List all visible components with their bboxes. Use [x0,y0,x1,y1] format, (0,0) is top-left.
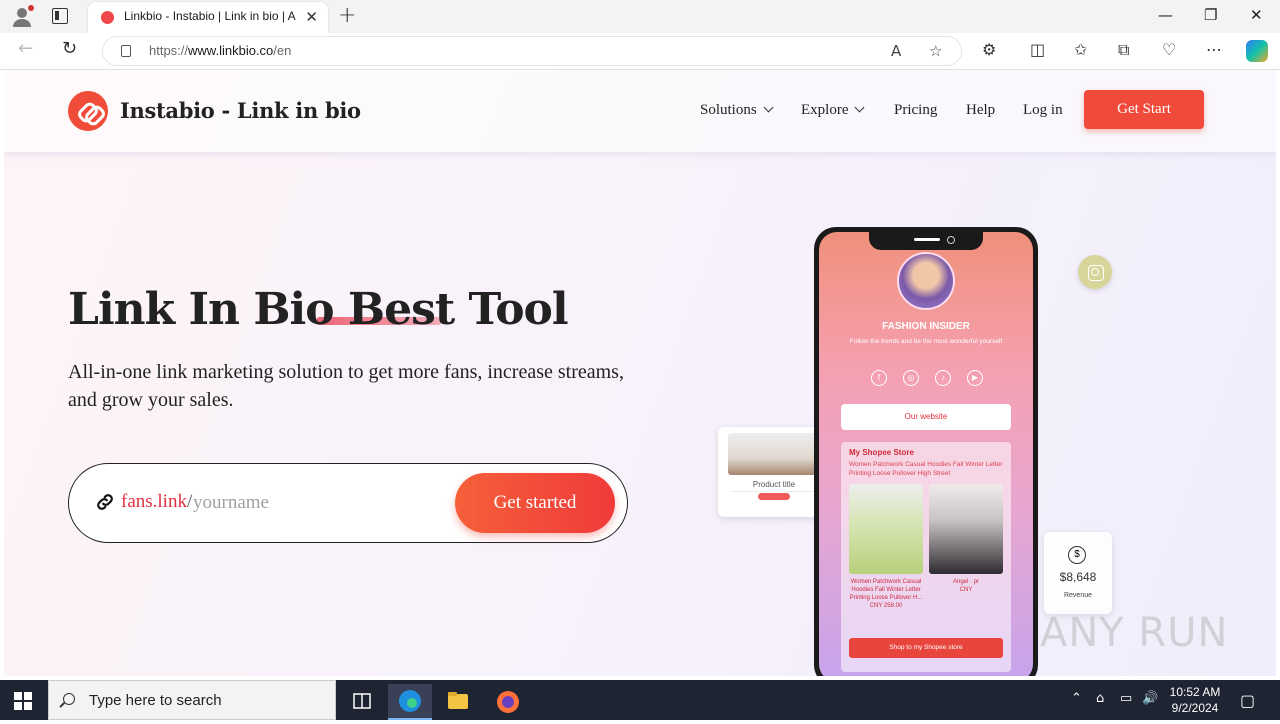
tab-title: Linkbio - Instabio | Link in bio | A [124,9,296,23]
favorites-icon[interactable]: ✩ [1074,40,1087,59]
facebook-icon: f [871,370,887,386]
instagram-float-icon [1078,255,1112,289]
revenue-label: Revenue [1063,592,1093,599]
volume-icon[interactable]: 🔊 [1142,691,1158,706]
tiktok-icon: ♪ [935,370,951,386]
notification-center-icon[interactable]: ▢ [1240,691,1255,710]
close-tab-icon[interactable]: ✕ [305,8,318,26]
claim-link-form: fans.link/ Get started [68,463,628,543]
browser-tab-active[interactable]: Linkbio - Instabio | Link in bio | A ✕ [88,2,328,33]
taskbar-clock[interactable]: 10:52 AM 9/2/2024 [1160,684,1230,716]
shopee-store-block: My Shopee Store Women Patchwork Casual H… [841,442,1011,672]
store-text: Women Patchwork Casual Hoodies Fall Wint… [849,461,1003,477]
product-caption-2: Angel · pr CNY [952,579,979,593]
back-icon[interactable]: ← [18,38,33,59]
copilot-icon[interactable] [1246,40,1268,62]
browser-titlebar: Linkbio - Instabio | Link in bio | A ✕ +… [0,0,1280,33]
refresh-icon[interactable]: ↻ [62,38,77,59]
show-hidden-icons[interactable]: ⌃ [1071,691,1082,706]
revenue-card: $ $8,648 Revenue [1044,532,1112,614]
profile-name: FASHION INSIDER [882,321,970,332]
camera-icon [947,236,955,244]
product-caption-1: Women Patchwork Casual Hoodies Fall Wint… [849,579,923,609]
username-input[interactable] [193,489,443,517]
new-tab-icon[interactable]: + [338,3,356,28]
split-screen-icon[interactable]: ◫ [1030,40,1045,59]
revenue-value: $8,648 [1059,570,1097,584]
chevron-down-icon [855,102,865,113]
restore-icon[interactable]: ❐ [1204,6,1217,24]
product-image-2 [929,484,1003,574]
phone-mockup: FASHION INSIDER Follow the trends and be… [814,227,1038,676]
nav-pricing[interactable]: Pricing [894,102,937,119]
browser-toolbar: ← ↻ https://www.linkbio.co/en A ☆ ⚙ ◫ ✩ … [0,33,1280,70]
product-card-badge [758,493,790,500]
hero-title: Link In Bio Best Tool [68,284,569,335]
domain-prefix: fans.link/ [121,491,193,512]
search-icon [63,693,75,705]
notification-dot [28,5,34,11]
network-icon[interactable]: ⌂ [1096,691,1104,706]
firefox-icon[interactable] [486,684,530,720]
get-started-button[interactable]: Get started [455,473,615,533]
more-menu-icon[interactable]: ⋯ [1206,40,1222,59]
hero-subtitle: All-in-one link marketing solution to ge… [68,361,624,411]
browser-essentials-icon[interactable]: ♡ [1162,40,1176,59]
site-header: Instabio - Link in bio Solutions Explore… [4,70,1276,152]
chevron-down-icon [763,102,774,113]
close-window-icon[interactable]: ✕ [1250,6,1263,24]
webpage: Instabio - Link in bio Solutions Explore… [4,70,1276,676]
instabio-logo-icon[interactable] [68,91,108,131]
link-icon [97,494,113,510]
nav-explore[interactable]: Explore [801,102,865,119]
clock-date: 9/2/2024 [1171,701,1219,715]
product-image-1 [849,484,923,574]
youtube-icon: ▶ [967,370,983,386]
speaker-bar [914,238,940,241]
extensions-icon[interactable]: ⚙ [982,40,996,59]
our-website-button: Our website [841,404,1011,430]
dollar-icon: $ [1068,546,1086,564]
profile-avatar [897,252,955,310]
address-bar[interactable]: https://www.linkbio.co/en A ☆ [102,36,962,66]
lock-icon[interactable] [121,45,131,57]
taskbar-search-box[interactable]: Type here to search [48,680,336,720]
nav-help[interactable]: Help [966,102,995,119]
handbag-image [728,433,820,475]
file-explorer-icon[interactable] [436,684,480,720]
url-text[interactable]: https://www.linkbio.co/en [149,43,291,58]
favorite-star-icon[interactable]: ☆ [929,42,942,60]
profile-description: Follow the trends and be the most wonder… [849,338,1003,345]
brand-name[interactable]: Instabio - Link in bio [120,98,361,123]
phone-screen: FASHION INSIDER Follow the trends and be… [819,232,1033,676]
tab-actions-icon[interactable] [52,8,68,24]
get-start-button[interactable]: Get Start [1084,90,1204,129]
phone-notch [869,232,983,250]
task-view-icon[interactable] [340,684,384,720]
nav-solutions[interactable]: Solutions [700,102,774,119]
read-aloud-icon[interactable]: A [891,42,901,60]
collections-icon[interactable]: ⧉ [1118,40,1129,60]
instagram-icon: ◎ [903,370,919,386]
anyrun-watermark: ANY RUN [1040,610,1229,656]
edge-taskbar-icon[interactable] [388,684,432,720]
favicon-icon [101,11,114,24]
store-title: My Shopee Store [849,448,914,457]
display-icon[interactable]: ▭ [1120,691,1132,706]
minimize-icon[interactable]: — [1158,6,1173,24]
shop-store-button: Shop to my Shopee store [849,638,1003,658]
windows-start-icon[interactable] [14,692,32,710]
clock-time: 10:52 AM [1169,685,1221,699]
taskbar-search-placeholder: Type here to search [89,692,222,709]
windows-taskbar: Type here to search ⌃ ⌂ ▭ 🔊 10:52 AM 9/2… [0,680,1280,720]
nav-login[interactable]: Log in [1023,102,1063,119]
